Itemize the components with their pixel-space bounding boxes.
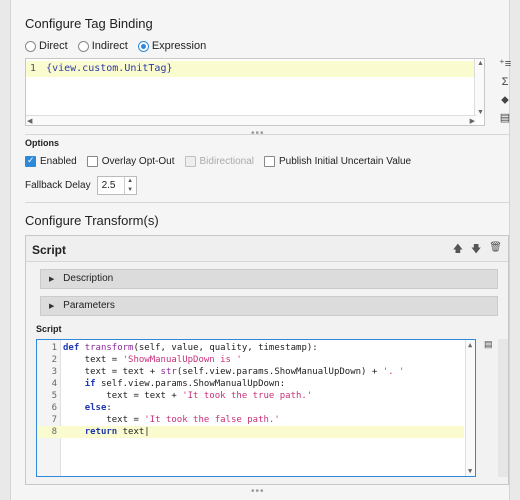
stepper-up-icon[interactable]: ▲ [125,177,136,186]
checkbox-enabled[interactable]: Enabled [25,155,77,167]
divider [25,134,509,135]
fallback-delay-row: Fallback Delay 2.5 ▲ ▼ [25,176,137,195]
fallback-delay-stepper[interactable]: 2.5 ▲ ▼ [96,176,137,195]
list-icon[interactable]: ▤ [499,112,511,125]
code-line[interactable]: 6 else: [37,402,464,414]
move-down-icon[interactable]: 🡇 [471,242,481,259]
fallback-delay-label: Fallback Delay [25,180,91,191]
options-title: Options [25,138,59,148]
stepper-buttons: ▲ ▼ [123,177,136,195]
code-line-current[interactable]: 8 return text| [37,426,464,438]
checkbox-publish-initial[interactable]: Publish Initial Uncertain Value [264,156,411,167]
line-number: 1 [30,63,37,74]
expression-side-toolbar: ⁺≡ Σ ⬥ ▤ [499,58,511,125]
expression-vertical-scrollbar[interactable]: ▲ ▼ [474,59,484,117]
resize-grip-icon[interactable]: ••• [251,486,265,497]
script-code-editor[interactable]: 1 def transform(self, value, quality, tim… [36,339,476,477]
scroll-down-icon[interactable]: ▼ [468,467,472,475]
move-up-icon[interactable]: 🡅 [453,242,463,259]
radio-indirect-circle[interactable] [77,40,89,52]
scroll-right-icon[interactable]: ▶ [470,117,475,125]
expression-editor[interactable]: 1 {view.custom.UnitTag} ▲ ▼ ◀ ▶ [25,58,485,126]
parameters-section[interactable]: ▶ Parameters [40,296,498,316]
expression-horizontal-scrollbar[interactable]: ◀ ▶ [26,115,476,125]
delete-icon[interactable]: 🗑 [489,242,502,259]
checkbox-overlay-opt-out[interactable]: Overlay Opt-Out [86,156,175,167]
fallback-delay-value[interactable]: 2.5 [98,177,124,194]
radio-indirect[interactable]: Indirect [77,40,128,52]
binding-type-radios: Direct Indirect Expression [25,40,212,52]
scroll-left-icon[interactable]: ◀ [27,117,32,125]
code-line[interactable]: 5 text = text + 'It took the true path.' [37,390,464,402]
code-line[interactable]: 1 def transform(self, value, quality, tim… [37,342,464,354]
editor-list-icon[interactable]: ▤ [484,339,493,350]
card-scrollbar[interactable] [498,339,508,477]
expression-code: {view.custom.UnitTag} [46,63,173,74]
script-card-header: Script 🡅 🡇 🗑 [26,236,508,262]
card-actions: 🡅 🡇 🗑 [453,242,502,259]
code-line[interactable]: 2 text = 'ShowManualUpDown is ' [37,354,464,366]
checkbox-enabled-box[interactable] [25,155,36,167]
script-transform-card: Script 🡅 🡇 🗑 ▶ Description ▶ Parameters … [25,235,509,485]
radio-direct-circle[interactable] [25,40,36,52]
checkbox-bidirectional-box [184,156,196,167]
code-line[interactable]: 4 if self.view.params.ShowManualUpDown: [37,378,464,390]
radio-expression-circle[interactable] [137,40,149,52]
transforms-title: Configure Transform(s) [25,213,159,228]
binding-title: Configure Tag Binding [25,16,153,31]
radio-direct[interactable]: Direct [25,40,68,52]
scroll-up-icon[interactable]: ▲ [468,341,472,349]
editor-vertical-scrollbar[interactable]: ▲ ▼ [465,340,475,476]
chevron-right-icon: ▶ [49,303,55,310]
checkbox-bidirectional: Bidirectional [184,156,254,167]
checkbox-overlay-box[interactable] [86,156,98,167]
description-section[interactable]: ▶ Description [40,269,498,289]
sigma-icon[interactable]: Σ [499,76,511,89]
script-label: Script [36,324,62,334]
radio-expression[interactable]: Expression [137,40,206,52]
code-line[interactable]: 3 text = text + str(self.view.params.Sho… [37,366,464,378]
stepper-down-icon[interactable]: ▼ [125,186,136,195]
options-checkboxes: Enabled Overlay Opt-Out Bidirectional Pu… [25,155,421,167]
tag-icon[interactable]: ⬥ [499,94,511,107]
scroll-down-icon[interactable]: ▼ [477,109,484,116]
binding-panel: Configure Tag Binding Direct Indirect Ex… [10,0,511,500]
expression-line[interactable]: 1 {view.custom.UnitTag} [26,61,476,77]
chevron-right-icon: ▶ [49,276,55,283]
divider [25,202,509,203]
script-card-title: Script [32,243,67,257]
scroll-up-icon[interactable]: ▲ [477,60,484,67]
code-line[interactable]: 7 text = 'It took the false path.' [37,414,464,426]
checkbox-publish-box[interactable] [264,156,275,167]
add-format-icon[interactable]: ⁺≡ [499,58,511,71]
